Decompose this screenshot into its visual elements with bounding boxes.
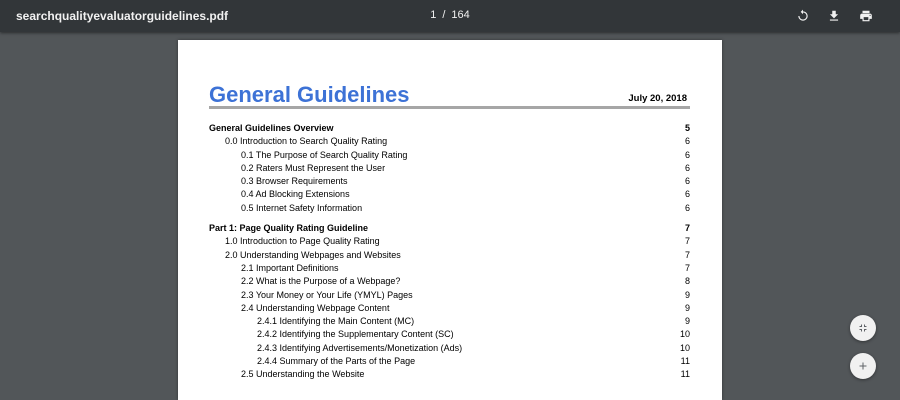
document-title: searchqualityevaluatorguidelines.pdf [16, 9, 229, 23]
toc-entry-page: 6 [684, 189, 690, 200]
toc-entry[interactable]: 2.2 What is the Purpose of a Webpage? 8 [209, 275, 690, 288]
toc-entry-page: 10 [679, 329, 690, 340]
toc-entry[interactable]: 0.2 Raters Must Represent the User 6 [209, 162, 690, 175]
total-pages: 164 [451, 9, 470, 21]
toc-entry[interactable]: 2.4.2 Identifying the Supplementary Cont… [209, 328, 690, 341]
toc-entry-page: 6 [684, 149, 690, 160]
toc-entry-label: 0.5 Internet Safety Information [241, 202, 363, 213]
toc-entry[interactable]: 2.4 Understanding Webpage Content 9 [209, 302, 690, 315]
toc-entry-page: 7 [684, 249, 690, 260]
toc-entry-page: 6 [684, 202, 690, 213]
toc-entry[interactable]: 0.5 Internet Safety Information 6 [209, 202, 690, 215]
toc-entry[interactable]: 2.3 Your Money or Your Life (YMYL) Pages… [209, 289, 690, 302]
pdf-toolbar: searchqualityevaluatorguidelines.pdf 1 /… [0, 0, 900, 32]
toc-entry-label: 2.4 Understanding Webpage Content [241, 302, 390, 313]
toc-entry-label: Part 1: Page Quality Rating Guideline [209, 223, 369, 234]
toc-entry-page: 6 [684, 176, 690, 187]
toc-entry-page: 10 [679, 342, 690, 353]
current-page-number[interactable]: 1 [430, 9, 436, 21]
toc-entry-page: 11 [680, 356, 690, 367]
toc-entry[interactable]: 0.3 Browser Requirements 6 [209, 175, 690, 188]
document-heading: General Guidelines [209, 82, 410, 107]
print-icon[interactable] [856, 6, 876, 26]
pdf-page: General Guidelines July 20, 2018 General… [178, 40, 722, 400]
toc-entry[interactable]: 2.4.4 Summary of the Parts of the Page 1… [209, 355, 690, 368]
toc-entry-page: 6 [684, 136, 690, 147]
toc-entry-page: 11 [680, 369, 690, 380]
page-indicator: 1 / 164 [400, 9, 500, 21]
fit-page-button[interactable] [850, 315, 876, 341]
toc-entry-page: 7 [684, 262, 690, 273]
toc-entry-label: 2.3 Your Money or Your Life (YMYL) Pages [241, 289, 413, 300]
toc-entry-page: 8 [684, 276, 690, 287]
toc-entry-page: 9 [684, 316, 690, 327]
fit-page-icon [859, 324, 867, 332]
page-separator: / [442, 9, 446, 21]
toc-entry[interactable]: 1.0 Introduction to Page Quality Rating … [209, 235, 690, 248]
toc-entry-label: 0.2 Raters Must Represent the User [241, 162, 386, 173]
toc-entry[interactable]: 0.0 Introduction to Search Quality Ratin… [209, 135, 690, 148]
toc-entry-page: 6 [684, 162, 690, 173]
toc-entry-label: 2.2 What is the Purpose of a Webpage? [241, 276, 401, 287]
document-date: July 20, 2018 [628, 93, 687, 104]
toc-entry[interactable]: 0.1 The Purpose of Search Quality Rating… [209, 149, 690, 162]
toc-entry[interactable]: 2.4.1 Identifying the Main Content (MC) … [209, 315, 690, 328]
zoom-in-icon [859, 362, 867, 370]
toc-entry-label: 0.4 Ad Blocking Extensions [241, 189, 350, 200]
toc-entry-label: 2.0 Understanding Webpages and Websites [225, 249, 401, 260]
toc-entry[interactable]: Part 1: Page Quality Rating Guideline 7 [209, 222, 690, 235]
toc-entry-page: 9 [684, 302, 690, 313]
toc-entry-label: 1.0 Introduction to Page Quality Rating [225, 236, 380, 247]
table-of-contents: General Guidelines Overview 5 0.0 Introd… [209, 122, 690, 382]
heading-divider [209, 106, 690, 109]
toc-entry[interactable]: 2.0 Understanding Webpages and Websites … [209, 249, 690, 262]
toc-entry-label: 2.4.4 Summary of the Parts of the Page [257, 356, 416, 367]
toc-entry-page: 9 [684, 289, 690, 300]
toc-entry-label: 0.0 Introduction to Search Quality Ratin… [225, 136, 388, 147]
toc-entry-page: 7 [684, 223, 690, 234]
toc-entry-page: 7 [684, 236, 690, 247]
toc-entry-label: 2.1 Important Definitions [241, 262, 339, 273]
rotate-icon[interactable] [793, 6, 813, 26]
toc-entry-label: 0.1 The Purpose of Search Quality Rating [241, 149, 408, 160]
toc-entry[interactable]: General Guidelines Overview 5 [209, 122, 690, 135]
zoom-in-button[interactable] [850, 353, 876, 379]
toc-entry-label: 2.5 Understanding the Website [241, 369, 365, 380]
toc-entry[interactable]: 0.4 Ad Blocking Extensions 6 [209, 188, 690, 201]
toc-entry[interactable]: 2.4.3 Identifying Advertisements/Monetiz… [209, 342, 690, 355]
toc-entry-label: 0.3 Browser Requirements [241, 176, 348, 187]
toc-entry[interactable]: 2.5 Understanding the Website 11 [209, 368, 690, 381]
download-icon[interactable] [824, 6, 844, 26]
toc-entry-page: 5 [684, 123, 690, 133]
toc-entry-label: General Guidelines Overview [209, 123, 334, 133]
toc-entry-label: 2.4.3 Identifying Advertisements/Monetiz… [257, 342, 463, 353]
toc-entry[interactable]: 2.1 Important Definitions 7 [209, 262, 690, 275]
toc-entry-label: 2.4.1 Identifying the Main Content (MC) [257, 316, 415, 327]
toc-entry-label: 2.4.2 Identifying the Supplementary Cont… [257, 329, 454, 340]
